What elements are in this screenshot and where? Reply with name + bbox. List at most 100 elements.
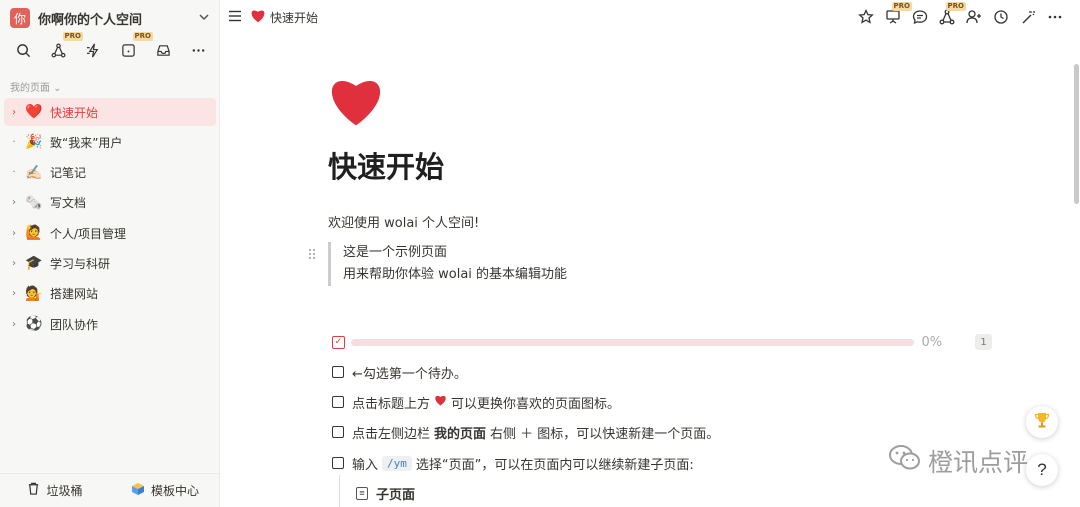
expand-arrow-icon[interactable]: ›: [8, 319, 20, 330]
sidebar-item-label: 致“我来”用户: [50, 135, 123, 150]
page-lock-icon[interactable]: PRO: [117, 32, 153, 61]
search-icon[interactable]: [12, 39, 34, 61]
quote-block[interactable]: 这是一个示例页面 用来帮助你体验 wolai 的基本编辑功能: [328, 242, 567, 286]
page-title[interactable]: 快速开始: [328, 144, 444, 186]
watermark-text: 橙讯点评: [928, 448, 1029, 477]
writing-hand-icon: ✍🏻: [25, 164, 43, 181]
expand-arrow-icon[interactable]: ›: [8, 197, 20, 208]
expand-arrow-icon[interactable]: ›: [8, 228, 20, 239]
sidebar-item-notes[interactable]: · ✍🏻 记笔记: [4, 159, 216, 187]
sidebar-item-study[interactable]: › 🎓 学习与科研: [4, 249, 216, 277]
todo-text[interactable]: 点击左侧边栏: [352, 423, 430, 442]
sidebar-item-label: 快速开始: [50, 105, 99, 120]
wechat-icon: [888, 444, 922, 479]
todo-item: 点击标题上方 可以更换你喜欢的页面图标。: [332, 392, 620, 412]
todo-text[interactable]: 右侧 ＋ 图标，可以快速新建一个页面。: [490, 423, 719, 442]
todo-bold-text[interactable]: 我的页面: [434, 423, 486, 442]
todo-checkbox[interactable]: [332, 396, 344, 408]
sidebar-item-label: 团队协作: [50, 317, 99, 332]
pro-badge: PRO: [132, 32, 153, 41]
inbox-icon[interactable]: [152, 39, 174, 61]
page-icon-heart[interactable]: [326, 72, 386, 132]
todo-text[interactable]: 可以更换你喜欢的页面图标。: [451, 393, 620, 412]
subpage-link[interactable]: ≡ 子页面: [356, 484, 415, 503]
todo-progress: ✓ 0% 1: [332, 333, 992, 351]
todo-checkbox[interactable]: [332, 366, 344, 378]
sidebar-footer: 垃圾桶 模板中心: [0, 473, 220, 507]
sidebar-item-docs[interactable]: › 🗞️ 写文档: [4, 189, 216, 217]
more-icon[interactable]: [1044, 6, 1066, 28]
trash-button[interactable]: 垃圾桶: [0, 482, 110, 499]
newspaper-icon: 🗞️: [25, 194, 43, 211]
quote-line: 这是一个示例页面: [343, 245, 448, 260]
templates-label: 模板中心: [150, 484, 199, 498]
watermark: 橙讯点评: [888, 443, 1028, 479]
quick-action-icon[interactable]: [82, 39, 104, 61]
quote-line: 用来帮助你体验 wolai 的基本编辑功能: [343, 267, 568, 282]
trash-label: 垃圾桶: [46, 484, 83, 498]
expand-arrow-icon[interactable]: ›: [8, 258, 20, 269]
todo-checkbox[interactable]: [332, 426, 344, 438]
todo-item: 输入 /ym 选择“页面”，可以在页面内可以继续新建子页面:: [332, 453, 694, 473]
template-center-button[interactable]: 模板中心: [110, 482, 220, 500]
breadcrumb-title[interactable]: 快速开始: [270, 9, 318, 26]
magic-wand-icon[interactable]: [1017, 6, 1039, 28]
sidebar-item-website[interactable]: › 💁 搭建网站: [4, 280, 216, 308]
workspace-avatar: 你: [10, 8, 30, 28]
sidebar-item-quick-start[interactable]: › ❤️ 快速开始: [4, 98, 216, 126]
sidebar-item-welcome[interactable]: · 🎉 致“我来”用户: [4, 128, 216, 156]
star-icon[interactable]: [855, 6, 877, 28]
checklist-icon[interactable]: ✓: [332, 335, 345, 349]
drag-handle-icon[interactable]: [308, 248, 316, 263]
sidebar-item-label: 搭建网站: [50, 287, 99, 302]
page-icon: ≡: [356, 487, 368, 500]
pro-badge: PRO: [62, 32, 83, 41]
sidebar-item-label: 写文档: [50, 196, 87, 211]
progress-bar: [350, 338, 914, 346]
sidebar-item-team[interactable]: › ⚽ 团队协作: [4, 310, 216, 338]
todo-text[interactable]: 输入: [352, 454, 378, 473]
graph-icon[interactable]: PRO: [936, 2, 966, 28]
help-icon: ?: [1037, 460, 1047, 479]
help-button[interactable]: ?: [1026, 454, 1058, 486]
todo-count-badge: 1: [975, 334, 992, 350]
expand-arrow-icon[interactable]: ›: [8, 107, 20, 118]
page-tree: › ❤️ 快速开始 · 🎉 致“我来”用户 · ✍🏻 记笔记 › 🗞️ 写文档 …: [4, 98, 216, 340]
todo-text[interactable]: ←勾选第一个待办。: [352, 363, 467, 382]
scrollbar[interactable]: [1072, 34, 1080, 507]
workspace-switcher[interactable]: 你 你啊你的个人空间: [10, 6, 210, 30]
scrollbar-thumb[interactable]: [1074, 64, 1079, 204]
inline-code[interactable]: /ym: [382, 455, 412, 471]
topbar-actions: PRO PRO: [855, 2, 1066, 28]
sidebar-toolbar: PRO PRO: [8, 32, 213, 62]
add-member-icon[interactable]: [963, 6, 985, 28]
my-pages-label[interactable]: 我的页面 ⌄: [10, 79, 62, 94]
comment-icon[interactable]: [909, 6, 931, 28]
topbar: 快速开始 PRO PRO: [220, 0, 1080, 34]
person-raising-hand-icon: 🙋: [25, 225, 43, 242]
menu-icon[interactable]: [228, 10, 244, 26]
todo-text[interactable]: 选择“页面”，可以在页面内可以继续新建子页面:: [416, 454, 694, 473]
sidebar-item-label: 记笔记: [50, 166, 87, 181]
presentation-icon[interactable]: PRO: [882, 2, 912, 28]
heart-icon: ❤️: [25, 104, 43, 120]
welcome-paragraph[interactable]: 欢迎使用 wolai 个人空间!: [328, 212, 479, 231]
sidebar: 你 你啊你的个人空间 PRO PRO 我的页面 ⌄ › ❤️ 快速开始 · 🎉 …: [0, 0, 220, 507]
heart-icon: [250, 8, 266, 27]
person-tipping-hand-icon: 💁: [25, 285, 43, 302]
sidebar-item-project[interactable]: › 🙋 个人/项目管理: [4, 219, 216, 247]
trophy-button[interactable]: [1026, 406, 1058, 438]
expand-arrow-icon[interactable]: ›: [8, 288, 20, 299]
history-icon[interactable]: [990, 6, 1012, 28]
soccer-ball-icon: ⚽: [25, 316, 43, 333]
todo-item: 点击左侧边栏 我的页面 右侧 ＋ 图标，可以快速新建一个页面。: [332, 422, 719, 442]
trash-icon: [27, 482, 40, 499]
todo-text[interactable]: 点击标题上方: [352, 393, 430, 412]
workspace-name: 你啊你的个人空间: [38, 12, 143, 28]
heart-icon: [434, 394, 447, 410]
sidebar-item-label: 学习与科研: [50, 256, 111, 271]
graph-icon[interactable]: PRO: [47, 32, 83, 61]
more-icon[interactable]: [187, 39, 209, 61]
chevron-down-icon[interactable]: [198, 11, 210, 26]
todo-checkbox[interactable]: [332, 457, 344, 469]
